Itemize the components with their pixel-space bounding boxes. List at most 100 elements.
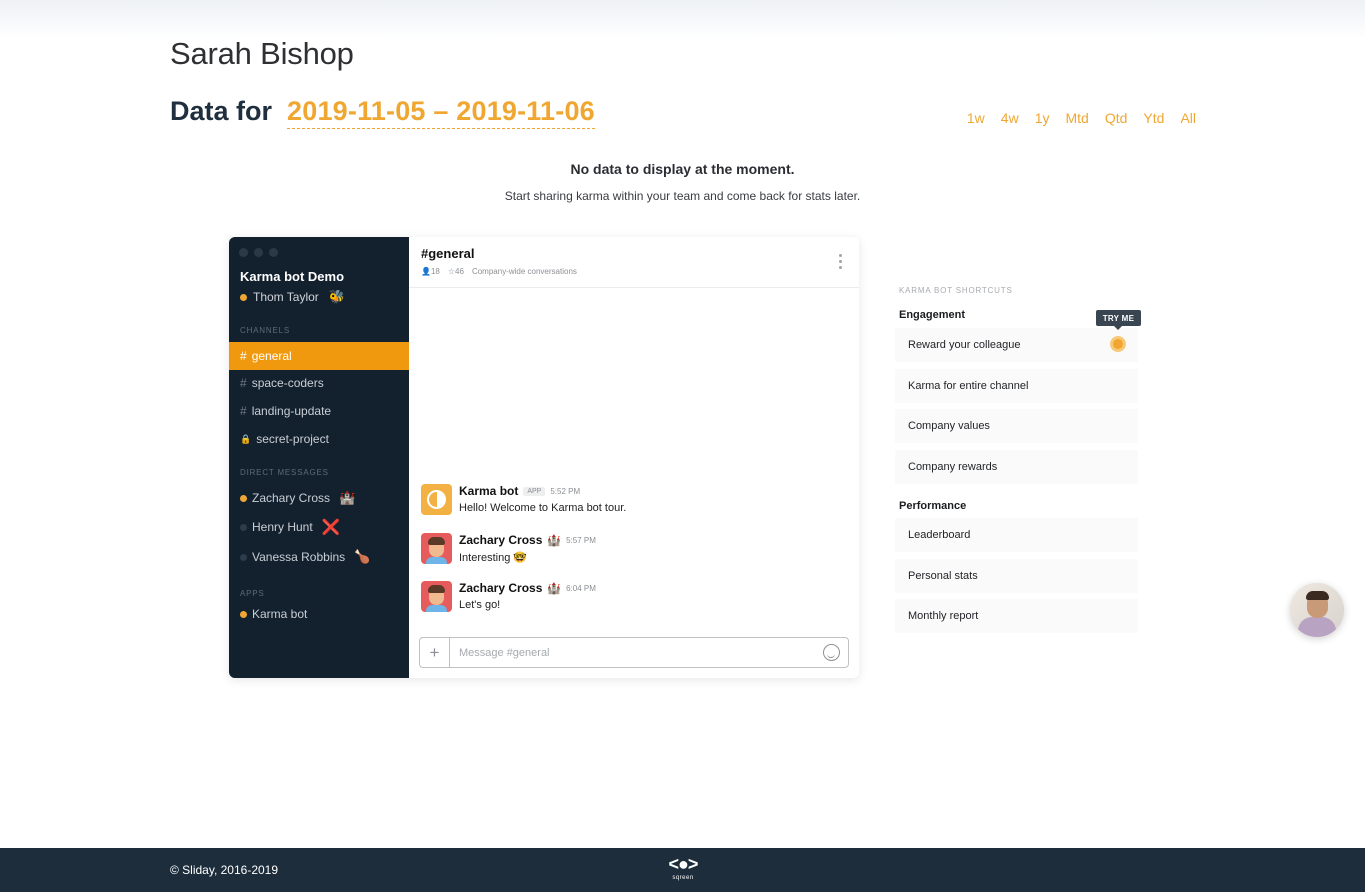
app-badge: APP: [523, 486, 546, 496]
window-controls: [239, 248, 278, 257]
header-divider: [409, 287, 859, 288]
data-for-label: Data for: [170, 96, 273, 126]
dm-henry-hunt[interactable]: Henry Hunt ❌: [229, 513, 409, 541]
members-count: 👤18: [421, 267, 440, 276]
workspace-name: Karma bot Demo: [240, 269, 345, 284]
bee-icon: 🐝: [328, 289, 345, 304]
shortcut-company-rewards[interactable]: Company rewards: [895, 450, 1138, 484]
message-composer: + Message #general: [419, 637, 849, 668]
direct-messages-label: DIRECT MESSAGES: [240, 468, 329, 477]
support-chat-avatar[interactable]: [1290, 583, 1344, 637]
cross-mark-icon: ❌: [321, 519, 341, 536]
period-filter: 1w 4w 1y Mtd Qtd Ytd All: [967, 110, 1196, 126]
channel-label: secret-project: [256, 432, 329, 446]
channel-title: #general: [421, 246, 475, 261]
castle-icon: 🏰: [547, 534, 562, 547]
channel-description: Company-wide conversations: [471, 267, 577, 276]
period-mtd[interactable]: Mtd: [1066, 110, 1089, 126]
footer: © Sliday, 2016-2019 <●> sqreen: [0, 848, 1365, 892]
castle-icon: 🏰: [547, 582, 562, 595]
pins-count: ☆46: [447, 267, 464, 276]
group-performance: Performance: [899, 500, 967, 512]
date-range-picker[interactable]: 2019-11-05 – 2019-11-06: [287, 96, 595, 129]
dm-label: Vanessa Robbins: [252, 550, 346, 564]
shortcut-reward-colleague[interactable]: Reward your colleague: [895, 328, 1138, 362]
drumstick-icon: 🍗: [354, 549, 371, 564]
period-all[interactable]: All: [1180, 110, 1196, 126]
message-author: Karma bot: [459, 484, 519, 498]
message-text: Let's go!: [459, 599, 501, 611]
group-engagement: Engagement: [899, 309, 966, 321]
sqreen-logo-icon: <●>: [668, 854, 699, 874]
channels-label: CHANNELS: [240, 326, 290, 335]
message-time: 5:57 PM: [566, 535, 596, 545]
channel-label: landing-update: [251, 404, 332, 418]
period-ytd[interactable]: Ytd: [1143, 110, 1164, 126]
period-4w[interactable]: 4w: [1001, 110, 1019, 126]
message: Zachary Cross 🏰 5:57 PM Interesting 🤓: [421, 533, 596, 564]
message-time: 5:52 PM: [550, 486, 581, 496]
copyright: © Sliday, 2016-2019: [170, 863, 279, 877]
period-1w[interactable]: 1w: [967, 110, 985, 126]
presence-icon: [240, 553, 247, 561]
message: Zachary Cross 🏰 6:04 PM Let's go!: [421, 581, 596, 612]
app-karma-bot[interactable]: Karma bot: [229, 600, 409, 628]
current-user-name: Thom Taylor: [253, 290, 319, 304]
shortcuts-label: KARMA BOT SHORTCUTS: [899, 286, 1013, 295]
current-user: Thom Taylor 🐝: [240, 289, 345, 305]
hash-icon: #: [240, 376, 247, 390]
period-qtd[interactable]: Qtd: [1105, 110, 1128, 126]
message-input[interactable]: Message #general: [450, 647, 823, 659]
hash-icon: #: [240, 404, 247, 418]
plus-icon[interactable]: +: [420, 638, 450, 667]
shortcut-leaderboard[interactable]: Leaderboard: [895, 518, 1138, 552]
presence-icon: [240, 293, 247, 301]
demo-sidebar: Karma bot Demo Thom Taylor 🐝 CHANNELS # …: [229, 237, 409, 678]
message: Karma bot APP 5:52 PM Hello! Welcome to …: [421, 484, 626, 515]
page-title: Sarah Bishop: [170, 36, 354, 71]
channel-space-coders[interactable]: # space-coders: [229, 369, 409, 397]
shortcut-company-values[interactable]: Company values: [895, 409, 1138, 443]
user-avatar: [421, 533, 452, 564]
presence-icon: [240, 494, 247, 502]
shortcut-karma-channel[interactable]: Karma for entire channel: [895, 369, 1138, 403]
message-author: Zachary Cross: [459, 581, 543, 595]
lock-icon: 🔒: [240, 433, 252, 444]
empty-state-subtitle: Start sharing karma within your team and…: [504, 189, 861, 203]
dm-vanessa-robbins[interactable]: Vanessa Robbins 🍗: [229, 543, 409, 571]
message-time: 6:04 PM: [566, 583, 596, 593]
user-avatar: [421, 581, 452, 612]
dm-zachary-cross[interactable]: Zachary Cross 🏰: [229, 484, 409, 512]
hash-icon: #: [240, 349, 247, 363]
shortcut-personal-stats[interactable]: Personal stats: [895, 559, 1138, 593]
channel-secret-project[interactable]: 🔒 secret-project: [229, 425, 409, 453]
channel-meta: 👤18 ☆46 Company-wide conversations: [421, 267, 577, 276]
try-me-tooltip: TRY ME: [1096, 310, 1141, 330]
message-text: Interesting 🤓: [459, 552, 528, 564]
message-text: Hello! Welcome to Karma bot tour.: [459, 502, 627, 514]
presence-icon: [240, 523, 247, 531]
top-shadow: [0, 0, 1365, 40]
emoji-picker-icon[interactable]: [823, 644, 840, 661]
more-options-icon[interactable]: [839, 254, 843, 269]
demo-channel-pane: #general 👤18 ☆46 Company-wide conversati…: [409, 237, 859, 678]
karma-bot-demo-window: Karma bot Demo Thom Taylor 🐝 CHANNELS # …: [229, 237, 859, 678]
dm-label: Henry Hunt: [252, 520, 313, 534]
empty-state-title: No data to display at the moment.: [570, 161, 795, 177]
app-label: Karma bot: [252, 607, 308, 621]
channel-label: space-coders: [251, 376, 324, 390]
channel-landing-update[interactable]: # landing-update: [229, 397, 409, 425]
shortcut-monthly-report[interactable]: Monthly report: [895, 599, 1138, 633]
pulse-indicator-icon[interactable]: [1110, 336, 1126, 352]
sqreen-logo[interactable]: <●> sqreen: [664, 854, 702, 886]
channel-general[interactable]: # general: [229, 342, 409, 370]
karma-bot-avatar: [421, 484, 452, 515]
period-1y[interactable]: 1y: [1035, 110, 1050, 126]
castle-icon: 🏰: [339, 490, 356, 505]
apps-label: APPS: [240, 589, 265, 598]
channel-label: general: [251, 349, 292, 363]
sqreen-logo-text: sqreen: [672, 875, 694, 881]
data-for-heading: Data for 2019-11-05 – 2019-11-06: [170, 96, 595, 129]
message-author: Zachary Cross: [459, 533, 543, 547]
presence-icon: [240, 610, 247, 618]
